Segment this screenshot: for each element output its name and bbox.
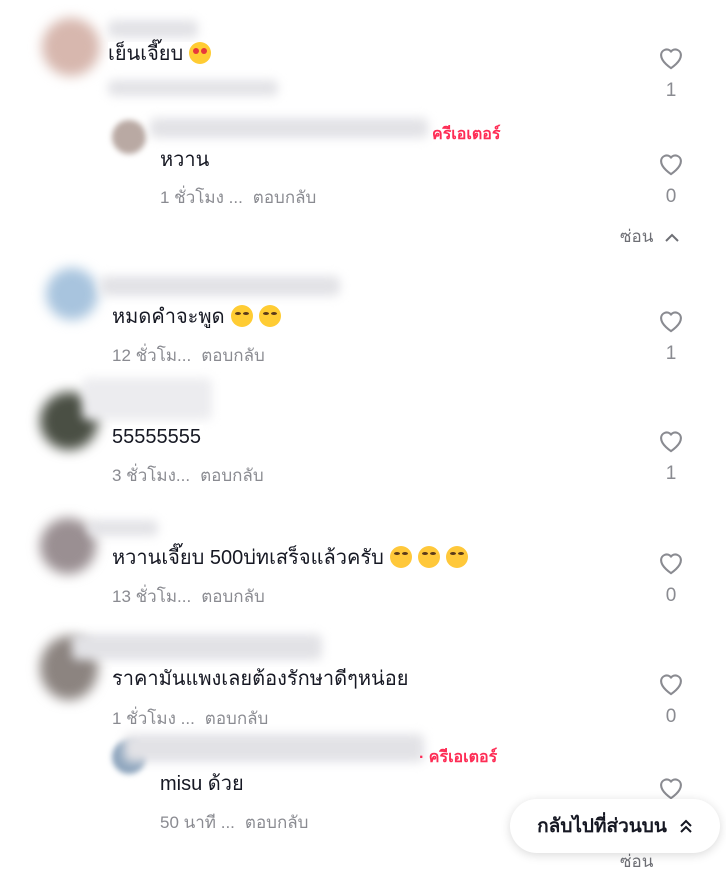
comment-meta: 3 ชั่วโมง... ตอบกลับ xyxy=(112,462,264,489)
creator-badge: ครีเอเตอร์ xyxy=(432,126,501,143)
like-button[interactable]: 1 xyxy=(651,307,691,365)
like-count: 1 xyxy=(665,343,677,364)
username-blurred[interactable] xyxy=(82,378,212,420)
username-blurred[interactable] xyxy=(108,20,198,38)
heart-icon xyxy=(660,553,682,575)
reply-button[interactable]: ตอบกลับ xyxy=(201,346,265,365)
reply-button[interactable]: ตอบกลับ xyxy=(205,709,269,728)
comment-time: 13 ชั่วโม... xyxy=(112,587,192,606)
like-count: 1 xyxy=(665,463,677,484)
like-button[interactable]: 0 xyxy=(651,670,691,728)
sweat-smile-emoji xyxy=(417,546,440,568)
heart-icon xyxy=(660,154,682,176)
heart-icon xyxy=(660,311,682,333)
username-blurred[interactable] xyxy=(72,634,322,660)
like-button[interactable] xyxy=(651,774,691,800)
comment-meta: 12 ชั่วโม... ตอบกลับ xyxy=(112,342,265,369)
reply-button[interactable]: ตอบกลับ xyxy=(201,587,265,606)
back-to-top-label: กลับไปที่ส่วนบน xyxy=(537,816,667,837)
username-blurred[interactable] xyxy=(150,118,428,138)
heart-eyes-emoji xyxy=(189,42,212,64)
like-count: 0 xyxy=(665,585,677,606)
sweat-smile-emoji xyxy=(445,546,468,568)
laugh-emoji xyxy=(258,305,281,327)
laugh-emoji xyxy=(230,305,253,327)
like-count: 0 xyxy=(665,706,677,727)
comment-time: 1 ชั่วโมง ... xyxy=(160,188,243,207)
like-button[interactable]: 0 xyxy=(651,150,691,208)
reply-button[interactable]: ตอบกลับ xyxy=(253,188,317,207)
comment-time: 50 นาที ... xyxy=(160,813,235,832)
hide-replies-button[interactable]: ซ่อน xyxy=(620,223,680,250)
comment-meta: 50 นาที ... ตอบกลับ xyxy=(160,809,308,836)
like-button[interactable]: 1 xyxy=(651,44,691,102)
creator-badge: · ครีเอเตอร์ xyxy=(419,749,498,766)
like-button[interactable]: 1 xyxy=(651,427,691,485)
comment-text: หวานเจี๊ยบ 500บ่ทเสร็จแล้วครับ xyxy=(112,546,470,570)
avatar[interactable] xyxy=(46,268,98,320)
heart-icon xyxy=(660,431,682,453)
comment-text: หมดคำจะพูด xyxy=(112,305,283,329)
username-blurred[interactable] xyxy=(124,734,424,762)
like-button[interactable]: 0 xyxy=(651,549,691,607)
username-blurred[interactable] xyxy=(88,520,158,536)
comment-meta: 13 ชั่วโม... ตอบกลับ xyxy=(112,583,265,610)
avatar[interactable] xyxy=(112,120,146,154)
comment-time: 3 ชั่วโมง... xyxy=(112,466,191,485)
like-count: 0 xyxy=(665,186,677,207)
comment-text: misu ด้วย xyxy=(160,772,246,796)
comment-text: เย็นเจี๊ยบ xyxy=(108,42,214,66)
comment-time: 12 ชั่วโม... xyxy=(112,346,192,365)
heart-icon xyxy=(660,674,682,696)
chevron-up-icon xyxy=(665,233,679,242)
comment-text: ราคามันแพงเลยต้องรักษาดีๆหน่อย xyxy=(112,667,411,691)
heart-icon xyxy=(660,778,682,800)
comment-time: 1 ชั่วโมง ... xyxy=(112,709,195,728)
back-to-top-button[interactable]: กลับไปที่ส่วนบน xyxy=(510,799,720,853)
reply-button[interactable]: ตอบกลับ xyxy=(200,466,264,485)
comment-meta: 1 ชั่วโมง ... ตอบกลับ xyxy=(112,705,268,732)
username-blurred[interactable] xyxy=(100,276,340,296)
reply-button[interactable]: ตอบกลับ xyxy=(245,813,309,832)
comment-text: 55555555 xyxy=(112,425,203,449)
like-count: 1 xyxy=(665,80,677,101)
avatar[interactable] xyxy=(42,18,100,76)
heart-icon xyxy=(660,48,682,70)
sweat-smile-emoji xyxy=(389,546,412,568)
comment-text: หวาน xyxy=(160,148,212,172)
meta-blurred xyxy=(108,80,278,96)
double-chevron-up-icon xyxy=(680,819,692,833)
comment-meta: 1 ชั่วโมง ... ตอบกลับ xyxy=(160,184,316,211)
